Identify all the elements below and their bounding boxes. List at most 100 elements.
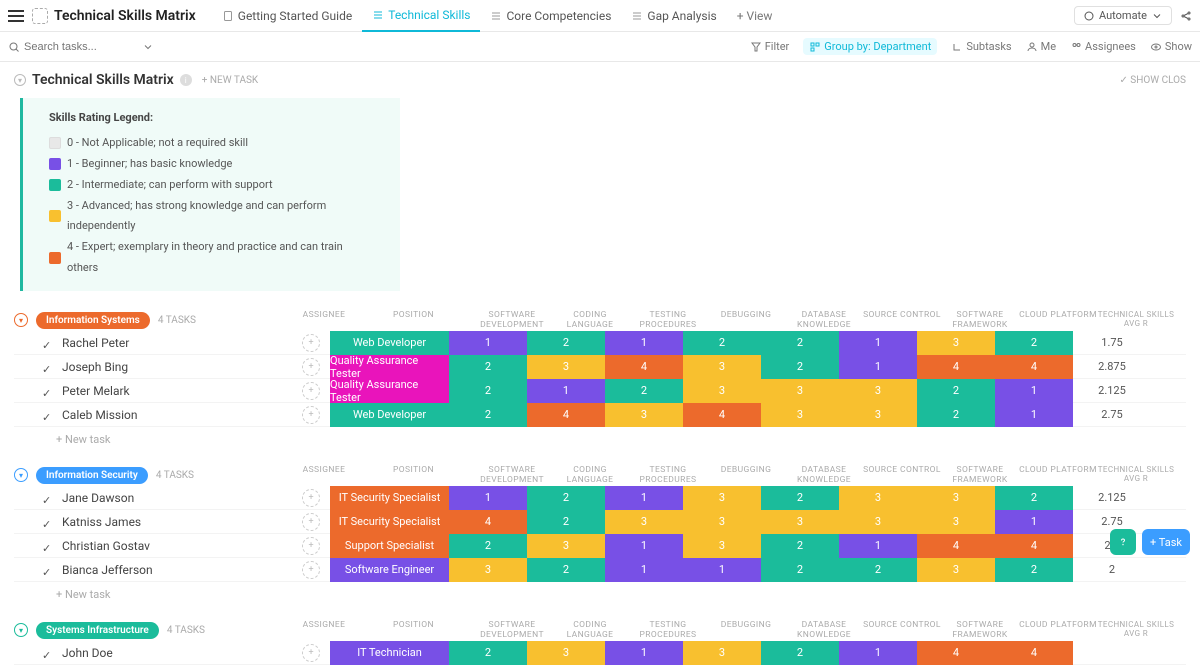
skill-cell[interactable]: 2 xyxy=(449,355,527,379)
skill-cell[interactable]: 1 xyxy=(839,641,917,665)
table-row[interactable]: Peter Melark + Quality Assurance Tester … xyxy=(14,379,1186,403)
position-cell[interactable]: IT Technician xyxy=(330,641,449,665)
skill-cell[interactable]: 4 xyxy=(917,641,995,665)
check-icon[interactable] xyxy=(42,541,52,551)
add-view-button[interactable]: + View xyxy=(727,0,783,32)
chevron-down-icon[interactable] xyxy=(142,41,154,53)
skill-cell[interactable]: 3 xyxy=(917,510,995,534)
check-icon[interactable] xyxy=(42,410,52,420)
skill-cell[interactable]: 3 xyxy=(527,534,605,558)
add-assignee-button[interactable]: + xyxy=(302,513,320,531)
table-row[interactable]: Christian Gostav + Support Specialist 23… xyxy=(14,534,1186,558)
skill-cell[interactable]: 3 xyxy=(917,486,995,510)
add-assignee-button[interactable]: + xyxy=(302,358,320,376)
position-cell[interactable]: IT Security Specialist xyxy=(330,486,449,510)
add-assignee-button[interactable]: + xyxy=(302,489,320,507)
subtasks-button[interactable]: Subtasks xyxy=(951,40,1011,53)
skill-cell[interactable]: 1 xyxy=(839,355,917,379)
skill-cell[interactable]: 2 xyxy=(761,486,839,510)
table-row[interactable]: Joseph Bing + Quality Assurance Tester 2… xyxy=(14,355,1186,379)
position-cell[interactable]: Quality Assurance Tester xyxy=(330,379,449,403)
add-assignee-button[interactable]: + xyxy=(302,537,320,555)
skill-cell[interactable]: 1 xyxy=(605,558,683,582)
me-button[interactable]: Me xyxy=(1026,40,1056,53)
skill-cell[interactable]: 3 xyxy=(683,534,761,558)
check-icon[interactable] xyxy=(42,565,52,575)
skill-cell[interactable]: 2 xyxy=(839,558,917,582)
show-closed-button[interactable]: ✓ SHOW CLOS xyxy=(1119,75,1186,86)
table-row[interactable]: John Doe + IT Technician 23132144 xyxy=(14,641,1186,665)
skill-cell[interactable]: 4 xyxy=(527,403,605,427)
skill-cell[interactable]: 3 xyxy=(683,379,761,403)
table-row[interactable]: Rachel Peter + Web Developer 12122132 1.… xyxy=(14,331,1186,355)
group-toggle-icon[interactable]: ▾ xyxy=(14,468,28,482)
skill-cell[interactable]: 2 xyxy=(449,641,527,665)
skill-cell[interactable]: 2 xyxy=(917,379,995,403)
skill-cell[interactable]: 4 xyxy=(995,641,1073,665)
help-button[interactable] xyxy=(1110,529,1136,555)
skill-cell[interactable]: 2 xyxy=(761,355,839,379)
add-assignee-button[interactable]: + xyxy=(302,382,320,400)
search-box[interactable] xyxy=(8,41,154,53)
skill-cell[interactable]: 2 xyxy=(761,331,839,355)
hamburger-menu-icon[interactable] xyxy=(8,8,24,24)
check-icon[interactable] xyxy=(42,517,52,527)
group-badge[interactable]: Information Systems xyxy=(36,312,150,329)
skill-cell[interactable]: 3 xyxy=(683,641,761,665)
skill-cell[interactable]: 2 xyxy=(449,379,527,403)
skill-cell[interactable]: 2 xyxy=(995,486,1073,510)
skill-cell[interactable]: 1 xyxy=(995,379,1073,403)
skill-cell[interactable]: 2 xyxy=(683,331,761,355)
automate-button[interactable]: Automate xyxy=(1074,6,1172,25)
table-row[interactable]: Katniss James + IT Security Specialist 4… xyxy=(14,510,1186,534)
check-icon[interactable] xyxy=(42,648,52,658)
skill-cell[interactable]: 3 xyxy=(683,486,761,510)
skill-cell[interactable]: 3 xyxy=(761,510,839,534)
skill-cell[interactable]: 3 xyxy=(605,510,683,534)
group-toggle-icon[interactable]: ▾ xyxy=(14,623,28,637)
table-row[interactable]: Bianca Jefferson + Software Engineer 321… xyxy=(14,558,1186,582)
skill-cell[interactable]: 3 xyxy=(683,355,761,379)
skill-cell[interactable]: 2 xyxy=(449,403,527,427)
skill-cell[interactable]: 2 xyxy=(605,379,683,403)
skill-cell[interactable]: 1 xyxy=(995,510,1073,534)
position-cell[interactable]: Web Developer xyxy=(330,403,449,427)
skill-cell[interactable]: 1 xyxy=(449,331,527,355)
skill-cell[interactable]: 2 xyxy=(527,331,605,355)
skill-cell[interactable]: 3 xyxy=(839,403,917,427)
new-task-button[interactable]: + NEW TASK xyxy=(202,75,258,86)
show-button[interactable]: Show xyxy=(1150,40,1192,53)
collapse-all-icon[interactable]: ▾ xyxy=(14,74,26,86)
skill-cell[interactable]: 2 xyxy=(761,558,839,582)
skill-cell[interactable]: 4 xyxy=(917,534,995,558)
skill-cell[interactable]: 3 xyxy=(839,486,917,510)
skill-cell[interactable]: 4 xyxy=(605,355,683,379)
skill-cell[interactable]: 2 xyxy=(995,331,1073,355)
position-cell[interactable]: Web Developer xyxy=(330,331,449,355)
skill-cell[interactable]: 1 xyxy=(839,331,917,355)
skill-cell[interactable]: 4 xyxy=(995,534,1073,558)
add-assignee-button[interactable]: + xyxy=(302,406,320,424)
skill-cell[interactable]: 2 xyxy=(995,558,1073,582)
skill-cell[interactable]: 1 xyxy=(995,403,1073,427)
tab-getting-started[interactable]: Getting Started Guide xyxy=(212,0,362,32)
check-icon[interactable] xyxy=(42,362,52,372)
skill-cell[interactable]: 3 xyxy=(917,558,995,582)
skill-cell[interactable]: 2 xyxy=(527,486,605,510)
tab-gap-analysis[interactable]: Gap Analysis xyxy=(621,0,726,32)
new-task-float-button[interactable]: + Task xyxy=(1142,529,1190,555)
skill-cell[interactable]: 2 xyxy=(527,510,605,534)
check-icon[interactable] xyxy=(42,493,52,503)
position-cell[interactable]: IT Security Specialist xyxy=(330,510,449,534)
group-badge[interactable]: Systems Infrastructure xyxy=(36,622,159,639)
position-cell[interactable]: Quality Assurance Tester xyxy=(330,355,449,379)
position-cell[interactable]: Support Specialist xyxy=(330,534,449,558)
new-task-row[interactable]: + New task xyxy=(14,427,1186,446)
skill-cell[interactable]: 3 xyxy=(761,403,839,427)
tab-core-competencies[interactable]: Core Competencies xyxy=(480,0,621,32)
skill-cell[interactable]: 1 xyxy=(605,486,683,510)
assignees-button[interactable]: Assignees xyxy=(1070,40,1136,53)
add-assignee-button[interactable]: + xyxy=(302,334,320,352)
skill-cell[interactable]: 3 xyxy=(839,510,917,534)
skill-cell[interactable]: 1 xyxy=(605,641,683,665)
